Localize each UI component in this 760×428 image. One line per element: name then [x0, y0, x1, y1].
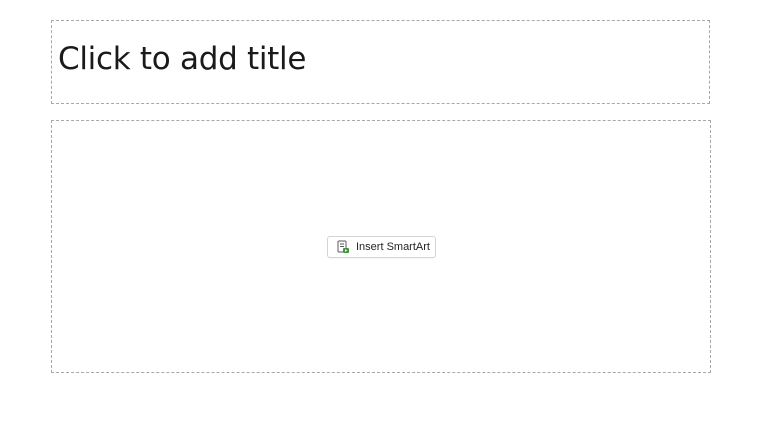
insert-smartart-button[interactable]: Insert SmartArt — [327, 236, 436, 258]
title-placeholder[interactable]: Click to add title — [51, 20, 710, 104]
content-placeholder[interactable]: Insert SmartArt — [51, 120, 711, 373]
smartart-insert-icon — [336, 240, 350, 254]
title-placeholder-text: Click to add title — [58, 41, 307, 77]
slide-canvas: Click to add title Insert SmartArt — [0, 0, 760, 428]
insert-smartart-label: Insert SmartArt — [356, 241, 430, 253]
